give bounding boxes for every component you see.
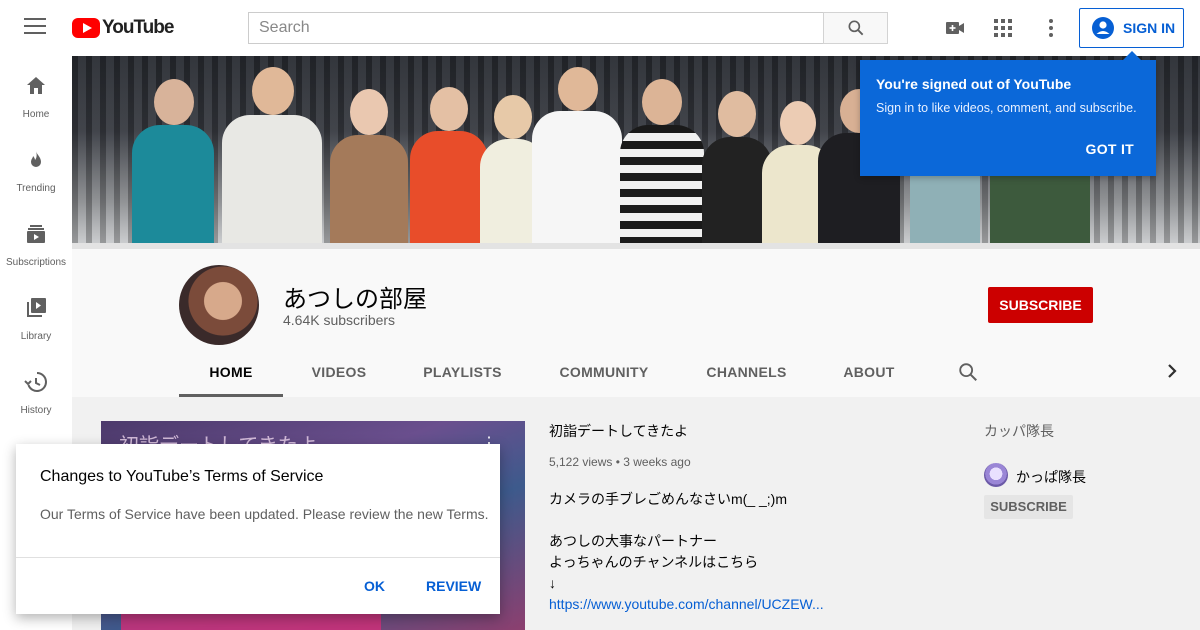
view-count: 5,122 views [549, 455, 613, 469]
description-line [549, 510, 824, 531]
description-line: あつしの大事なパートナー [549, 533, 717, 549]
sidebar-item-history[interactable]: History [0, 360, 72, 434]
chevron-right-icon[interactable] [1164, 362, 1180, 380]
tab-playlists[interactable]: PLAYLISTS [395, 355, 530, 397]
signed-out-title: You're signed out of YouTube [876, 76, 1072, 92]
sidebar-item-subscriptions[interactable]: Subscriptions [0, 212, 72, 286]
featured-channel-subscribe-button[interactable]: SUBSCRIBE [984, 495, 1073, 519]
library-icon [27, 298, 46, 317]
home-icon [27, 77, 45, 94]
history-icon [24, 372, 47, 392]
sidebar-item-trending[interactable]: Trending [0, 138, 72, 212]
description-link[interactable]: https://www.youtube.com/channel/UCZEW... [549, 594, 824, 615]
sidebar-item-label: Trending [16, 183, 56, 194]
featured-video-description: カメラの手ブレごめんなさいm(_ _;)m あつしの大事なパートナー よっちゃん… [549, 489, 824, 615]
top-bar: YouTube Search SIGN IN [0, 0, 1200, 56]
channel-search-icon[interactable] [957, 361, 979, 383]
youtube-logo[interactable]: YouTube [72, 17, 174, 39]
sidebar-item-label: Subscriptions [5, 257, 67, 268]
featured-video-meta: 5,122 views • 3 weeks ago [549, 455, 691, 469]
featured-channel-avatar[interactable] [984, 463, 1008, 487]
featured-channels-heading: カッパ隊長 [984, 423, 1054, 439]
logo-text: YouTube [102, 17, 174, 38]
description-line: カメラの手ブレごめんなさいm(_ _;)m [549, 491, 787, 507]
signed-out-text: Sign in to like videos, comment, and sub… [876, 101, 1137, 115]
youtube-play-icon [72, 18, 100, 38]
channel-name: あつしの部屋 [283, 286, 427, 313]
description-line: よっちゃんのチャンネルはこちら [549, 554, 759, 570]
terms-dialog-text: Our Terms of Service have been updated. … [40, 506, 489, 522]
channel-header: あつしの部屋 4.64K subscribers SUBSCRIBE HOME … [72, 249, 1200, 397]
upload-age: 3 weeks ago [623, 455, 691, 469]
signed-out-popup: You're signed out of YouTube Sign in to … [860, 51, 1156, 176]
channel-avatar[interactable] [179, 265, 259, 345]
terms-dialog-title: Changes to YouTube’s Terms of Service [40, 468, 324, 485]
channel-tabs: HOME VIDEOS PLAYLISTS COMMUNITY CHANNELS… [179, 355, 923, 397]
sign-in-button[interactable]: SIGN IN [1079, 8, 1184, 48]
tab-videos[interactable]: VIDEOS [283, 355, 395, 397]
subscribe-button[interactable]: SUBSCRIBE [988, 287, 1093, 323]
search-button[interactable] [823, 12, 888, 44]
sidebar-item-label: Home [22, 109, 50, 120]
sign-in-label: SIGN IN [1123, 20, 1176, 36]
apps-grid-icon[interactable] [991, 16, 1015, 40]
tab-channels[interactable]: CHANNELS [678, 355, 815, 397]
tab-about[interactable]: ABOUT [815, 355, 923, 397]
sidebar-item-library[interactable]: Library [0, 286, 72, 360]
tab-home[interactable]: HOME [179, 355, 283, 397]
terms-review-button[interactable]: REVIEW [426, 578, 481, 594]
search-input[interactable]: Search [248, 12, 824, 44]
terms-dialog-divider [16, 557, 500, 558]
sidebar-item-label: Library [20, 331, 52, 342]
subscriber-count: 4.64K subscribers [283, 312, 396, 328]
featured-video-title[interactable]: 初詣デートしてきたよ [549, 421, 688, 441]
got-it-button[interactable]: GOT IT [1086, 141, 1134, 157]
featured-channel-name[interactable]: かっぱ隊長 [1016, 467, 1086, 487]
sidebar-item-home[interactable]: Home [0, 64, 72, 138]
subscriptions-icon [27, 225, 45, 243]
create-video-icon[interactable] [943, 16, 967, 40]
sidebar-item-label: History [20, 405, 52, 416]
tab-community[interactable]: COMMUNITY [530, 355, 678, 397]
more-options-icon[interactable] [1039, 16, 1063, 40]
hamburger-menu-icon[interactable] [24, 18, 46, 36]
search-icon [848, 20, 864, 36]
account-circle-icon [1092, 17, 1114, 39]
terms-of-service-dialog: Changes to YouTube’s Terms of Service Ou… [16, 444, 500, 614]
flame-icon [31, 151, 41, 167]
description-line: ↓ [549, 575, 556, 591]
terms-ok-button[interactable]: OK [364, 578, 385, 594]
